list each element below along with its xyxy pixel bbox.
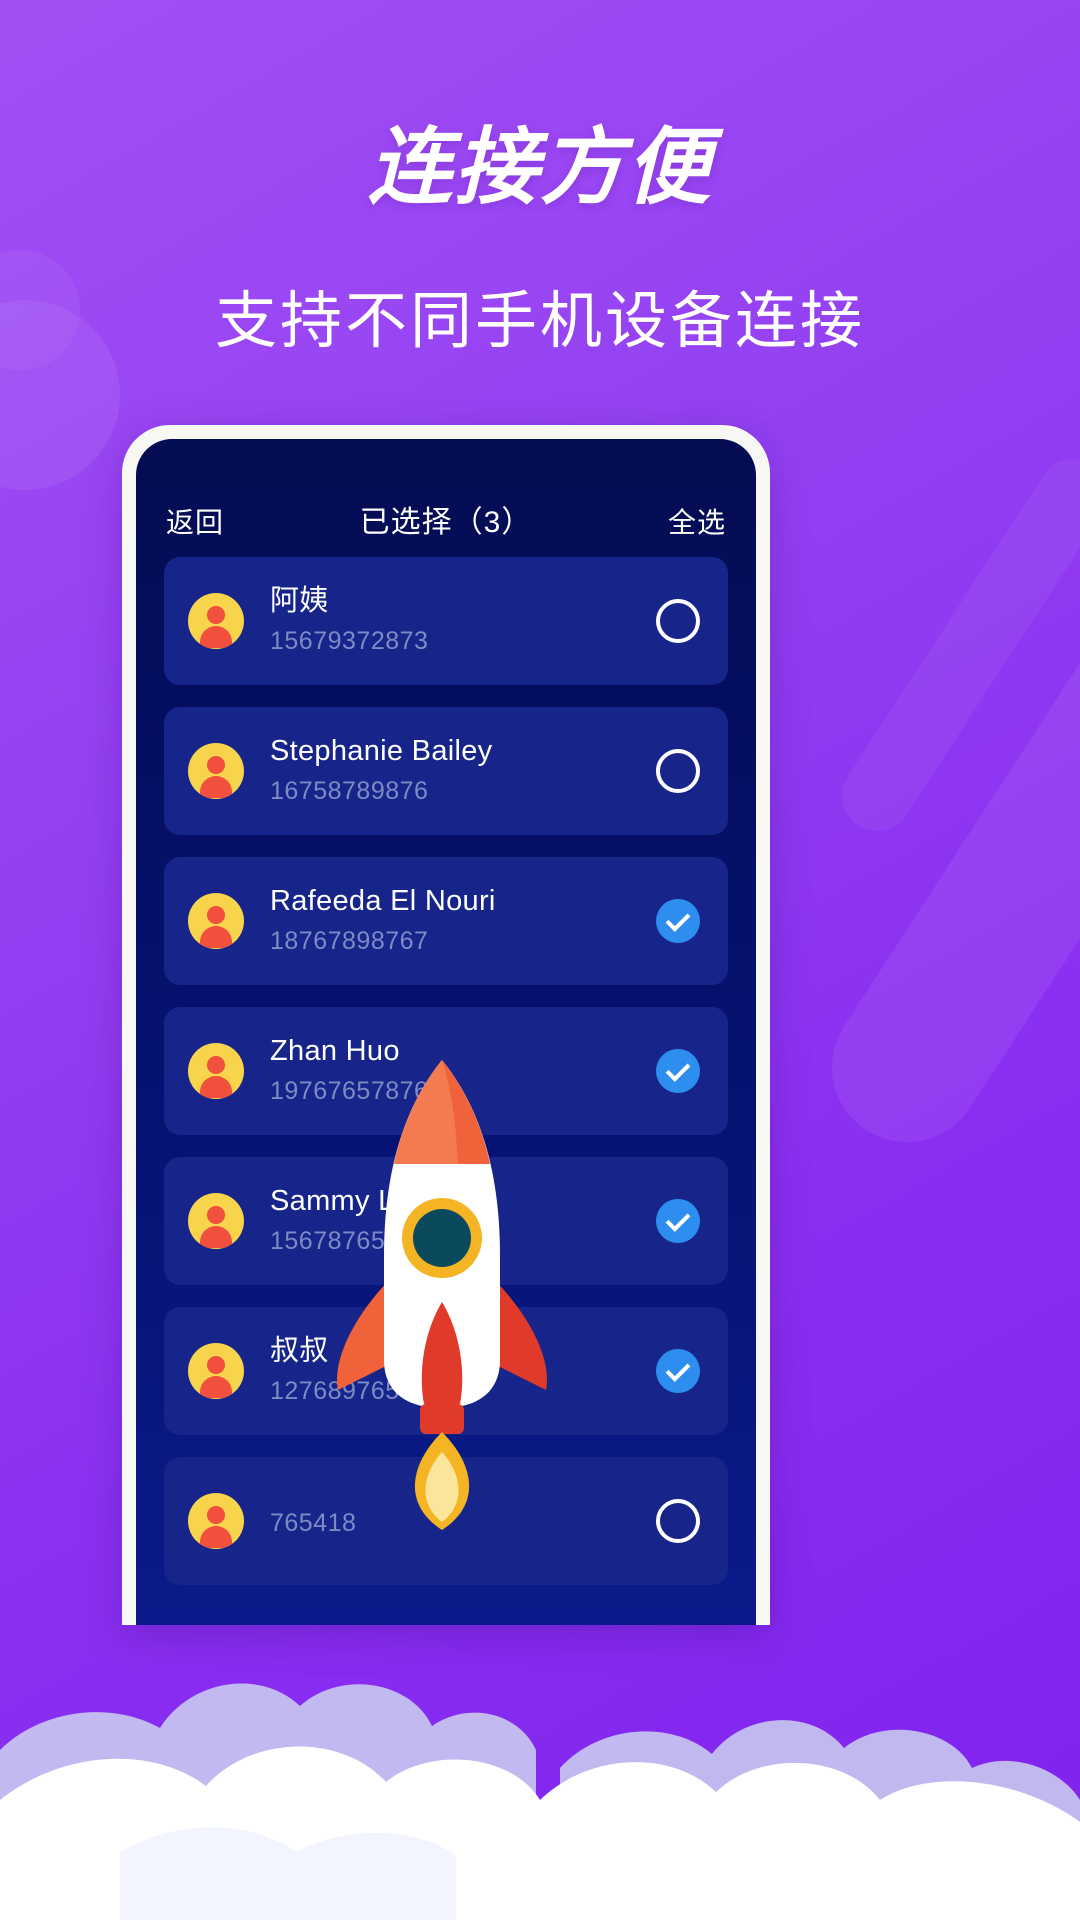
checkbox-checked-icon[interactable] — [656, 1349, 700, 1393]
avatar-icon — [188, 1043, 244, 1099]
contact-name: 阿姨 — [270, 585, 329, 618]
checkbox-checked-icon[interactable] — [656, 1199, 700, 1243]
select-all-button[interactable]: 全选 — [646, 501, 726, 541]
checkbox-checked-icon[interactable] — [656, 899, 700, 943]
contact-row[interactable]: Stephanie Bailey 16758789876 — [164, 707, 728, 835]
rocket-illustration — [337, 1060, 547, 1530]
back-button[interactable]: 返回 — [166, 501, 246, 541]
avatar-icon — [188, 743, 244, 799]
contact-name: Rafeeda El Nouri — [270, 885, 496, 918]
header-title: 已选择（3） — [359, 506, 533, 539]
contact-number: 15679372873 — [270, 626, 429, 655]
contact-row[interactable]: Rafeeda El Nouri 18767898767 — [164, 857, 728, 985]
cloud-illustration — [0, 1683, 1080, 1920]
avatar-icon — [188, 593, 244, 649]
contact-meta: Stephanie Bailey 16758789876 — [270, 733, 656, 808]
contact-meta: Rafeeda El Nouri 18767898767 — [270, 883, 656, 958]
app-header: 返回 已选择（3） 全选 — [136, 439, 756, 557]
contact-meta: 阿姨 15679372873 — [270, 583, 656, 658]
avatar-icon — [188, 1343, 244, 1399]
avatar-icon — [188, 1193, 244, 1249]
contact-number: 16758789876 — [270, 776, 429, 805]
page-title: 连接方便 — [367, 120, 712, 214]
checkbox-checked-icon[interactable] — [656, 1049, 700, 1093]
page-subtitle: 支持不同手机设备连接 — [214, 287, 865, 356]
contact-row[interactable]: 阿姨 15679372873 — [164, 557, 728, 685]
contact-number: 18767898767 — [270, 926, 429, 955]
checkbox-unchecked-icon[interactable] — [656, 749, 700, 793]
contact-name: Stephanie Bailey — [270, 735, 493, 768]
checkbox-unchecked-icon[interactable] — [656, 599, 700, 643]
avatar-icon — [188, 893, 244, 949]
